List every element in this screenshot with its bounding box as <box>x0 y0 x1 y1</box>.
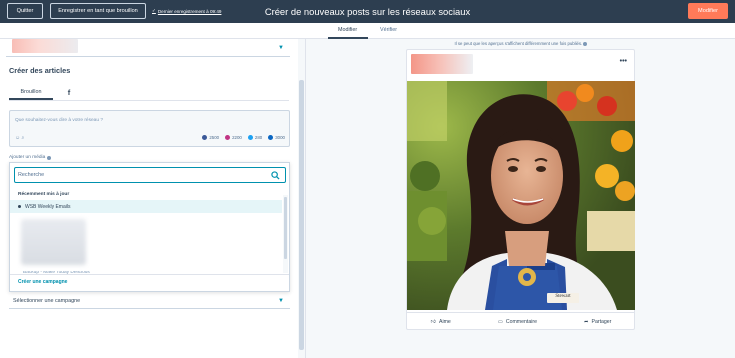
info-icon[interactable] <box>583 41 588 46</box>
edit-publish-button[interactable]: Modifier <box>688 3 728 19</box>
counter-value: 2200 <box>232 135 242 140</box>
share-button[interactable]: ➦ Partager <box>584 319 611 325</box>
add-media-label: Ajouter un média <box>9 155 52 160</box>
instagram-counter: 2200 <box>225 135 242 140</box>
facebook-icon[interactable]: f <box>58 85 80 100</box>
compose-tools: ☺ ⌕ <box>15 135 24 141</box>
chevron-down-icon: ▼ <box>278 45 284 51</box>
dropdown-scrollbar-thumb[interactable] <box>284 197 287 259</box>
comment-button[interactable]: ▭ Commentaire <box>498 319 537 325</box>
instagram-icon <box>225 135 231 140</box>
search-icon[interactable] <box>271 171 280 180</box>
campaign-select-value: Sélectionner une campagne <box>13 297 81 304</box>
thumbs-up-icon: 👍︎ <box>430 318 436 325</box>
attachment-icon[interactable]: ⌕ <box>22 135 25 141</box>
list-item[interactable]: WSB Weekly Emails <box>10 200 282 213</box>
more-options-icon[interactable]: ••• <box>620 58 627 65</box>
share-label: Partager <box>591 318 612 325</box>
post-text-area[interactable]: Que souhaitez-vous dire à votre réseau ?… <box>9 110 290 147</box>
linkedin-icon <box>268 135 274 140</box>
comment-label: Commentaire <box>505 318 537 325</box>
panel-scrollbar-thumb[interactable] <box>299 80 304 350</box>
top-navigation-bar: Quitter Enregistrer en tant que brouillo… <box>0 0 735 23</box>
bullet-icon <box>18 205 21 208</box>
facebook-icon <box>202 135 208 140</box>
campaign-select[interactable]: Sélectionner une campagne ▼ <box>9 293 290 309</box>
counter-value: 280 <box>254 135 263 140</box>
post-image: Stewart <box>407 81 635 310</box>
twitter-counter: 280 <box>247 135 263 140</box>
blurred-account-name <box>12 39 78 53</box>
facebook-post-preview: ••• Stewart 👍︎ Aime ▭ Commentaire ➦ Part… <box>406 49 635 330</box>
like-label: Aime <box>438 318 451 325</box>
twitter-icon <box>247 135 253 140</box>
tab-review[interactable]: Vérifier <box>380 27 397 33</box>
mode-tabs: Modifier Vérifier <box>0 23 735 39</box>
post-actions: 👍︎ Aime ▭ Commentaire ➦ Partager <box>407 312 635 330</box>
divider <box>10 274 289 275</box>
blurred-page-name <box>411 54 473 74</box>
search-input[interactable] <box>18 170 258 180</box>
share-icon: ➦ <box>584 318 589 325</box>
post-photo <box>407 81 635 310</box>
counter-value: 3000 <box>275 135 285 140</box>
facebook-counter: 2500 <box>202 135 219 140</box>
comment-icon: ▭ <box>497 318 503 325</box>
chevron-down-icon: ▼ <box>278 298 284 304</box>
campaign-dropdown: Récemment mis à jour WSB Weekly Emails B… <box>9 162 290 292</box>
create-campaign-link[interactable]: Créer une campagne <box>18 279 67 285</box>
campaign-search[interactable] <box>14 167 286 183</box>
blurred-list-items <box>21 219 86 265</box>
preview-note: Il se peut que les aperçus s'affichent d… <box>406 41 636 46</box>
account-select[interactable]: ▼ <box>6 39 290 57</box>
recent-header: Récemment mis à jour <box>18 192 70 197</box>
linkedin-counter: 3000 <box>268 135 285 140</box>
tab-draft[interactable]: Brouillon <box>9 85 53 100</box>
emoji-icon[interactable]: ☺ <box>15 135 20 141</box>
page-title: Créer de nouveaux posts sur les réseaux … <box>264 6 471 17</box>
character-counters: 2500 2200 280 3000 <box>202 135 285 140</box>
counter-value: 2500 <box>209 135 220 140</box>
compose-placeholder: Que souhaitez-vous dire à votre réseau ? <box>15 118 103 123</box>
list-item-label: WSB Weekly Emails <box>25 203 71 210</box>
info-icon[interactable] <box>47 155 52 160</box>
active-tab-indicator <box>328 37 368 39</box>
add-media-text: Ajouter un média <box>9 155 46 160</box>
preview-note-text: Il se peut que les aperçus s'affichent d… <box>454 41 583 46</box>
section-title: Créer des articles <box>9 66 71 75</box>
subtab-divider <box>9 100 289 101</box>
like-button[interactable]: 👍︎ Aime <box>431 319 451 325</box>
apron-name-tag: Stewart <box>555 294 571 299</box>
tab-edit[interactable]: Modifier <box>338 27 357 33</box>
